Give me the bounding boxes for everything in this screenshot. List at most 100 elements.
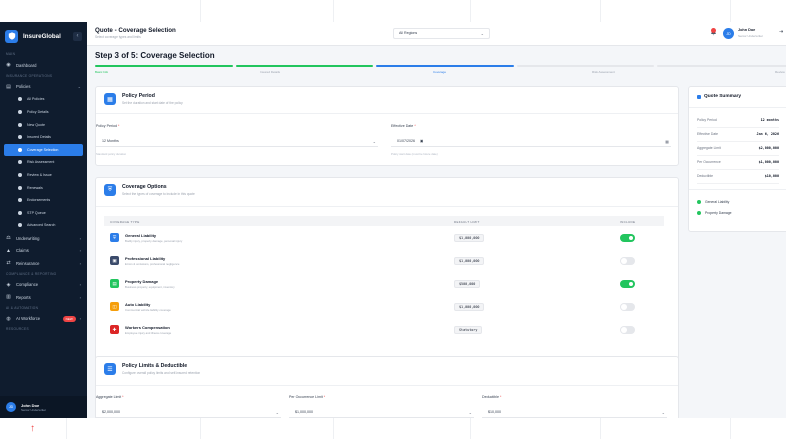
calendar-icon: ▦ [104, 93, 116, 105]
sidebar-item-policies[interactable]: ▤ Policies ⌄ [0, 81, 87, 94]
summary-coverage-item: General Liability [697, 200, 729, 204]
calendar-picker-icon[interactable]: ▣ [420, 139, 423, 143]
section-label-main: MAIN [6, 52, 16, 56]
bullet-icon [18, 110, 22, 115]
sidebar-user-profile[interactable]: JD John Doe Senior Underwriter [0, 396, 87, 418]
deductible-input[interactable]: $10,000 ⌄ [482, 407, 667, 418]
sidebar-subitem-coverage-selection[interactable]: Coverage Selection [4, 143, 83, 157]
grid-line [470, 418, 471, 439]
document-icon: ▤ [6, 83, 11, 90]
include-toggle-professional-liability[interactable] [620, 257, 635, 265]
sidebar-subitem-insured-details[interactable]: Insured Details [0, 131, 87, 144]
policy-limits-card: ☰ Policy Limits & Deductible Configure o… [95, 356, 679, 418]
include-toggle-general-liability[interactable] [620, 234, 635, 242]
grid-line [600, 418, 601, 439]
annotation-arrow-icon: ↑ [30, 423, 35, 434]
summary-row: Aggregate Limit $2,000,000 [697, 142, 779, 156]
card-title: Policy Period [122, 93, 155, 99]
sidebar-subitem-risk-assessment[interactable]: Risk Assessment [0, 156, 87, 169]
avatar: JD [6, 402, 16, 412]
coverage-desc: Business property, equipment, inventory [125, 285, 175, 289]
bullet-icon [18, 223, 22, 228]
sidebar-item-claims[interactable]: ▲ Claims › [0, 244, 87, 257]
sidebar-item-dashboard[interactable]: ◉ Dashboard [0, 59, 87, 72]
sidebar-item-compliance[interactable]: ◈ Compliance › [0, 279, 87, 292]
shield-logo-icon [5, 29, 18, 43]
main-content: Quote - Coverage Selection Select covera… [87, 22, 786, 418]
include-toggle-auto-liability[interactable] [620, 303, 635, 311]
sidebar-subitem-stp-queue[interactable]: STP Queue [0, 207, 87, 220]
include-toggle-workers-compensation[interactable] [620, 326, 635, 334]
progress-step-4 [516, 65, 655, 67]
sidebar-subitem-all-policies[interactable]: All Policies [0, 93, 87, 106]
sidebar-subitem-policy-details[interactable]: Policy Details [0, 106, 87, 119]
summary-title: Quote Summary [697, 94, 741, 99]
section-label-resources: RESOURCES [6, 327, 29, 332]
divider [96, 385, 678, 386]
section-label-insurance: INSURANCE OPERATIONS [6, 73, 53, 78]
top-user-role: Senior Underwriter [738, 34, 764, 38]
shield-icon: ⛨ [104, 184, 116, 196]
grid-line [470, 0, 471, 22]
sidebar-item-underwriting[interactable]: ⚖ Underwriting › [0, 232, 87, 245]
chevron-right-icon: › [79, 260, 81, 266]
step-label-1[interactable]: Basic Info [95, 70, 108, 74]
sidebar-subitem-advanced-search[interactable]: Advanced Search [0, 219, 87, 232]
chevron-down-icon: ⌄ [372, 139, 376, 144]
include-toggle-property-damage[interactable] [620, 280, 635, 288]
bullet-icon [18, 160, 22, 165]
default-limit: $1,000,000 [454, 257, 485, 265]
chevron-down-icon: ⌄ [468, 410, 472, 415]
sidebar-subitem-new-quote[interactable]: New Quote [0, 118, 87, 131]
policy-period-card: ▦ Policy Period Set the duration and sta… [95, 86, 679, 166]
effective-date-help: Policy start date (must be future date) [391, 152, 438, 156]
quote-summary-card: Quote Summary Policy Period 12 months Eff… [688, 86, 786, 232]
sidebar-subitem-endorsements[interactable]: Endorsements [0, 194, 87, 207]
coverage-desc: Errors & omissions, professional neglige… [125, 262, 180, 266]
occurrence-limit-label: Per Occurrence Limit * [289, 395, 326, 399]
progress-step-3 [376, 65, 514, 67]
check-icon [697, 200, 701, 204]
sidebar-subitem-renewals[interactable]: Renewals [0, 181, 87, 194]
sidebar-subitem-review-issue[interactable]: Review & Issue [0, 169, 87, 182]
chevron-right-icon: › [79, 294, 81, 300]
region-select[interactable]: All Regions ⌄ [393, 28, 490, 39]
policy-period-select[interactable]: 12 Months ⌄ [96, 136, 378, 147]
coverage-table-header: COVERAGE TYPE DEFAULT LIMIT INCLUDE [104, 216, 664, 226]
dashboard-icon: ◉ [6, 62, 11, 69]
step-label-3[interactable]: Coverage [433, 70, 446, 74]
logout-icon[interactable]: ⇥ [779, 29, 783, 35]
sliders-icon: ☰ [104, 363, 116, 375]
step-label-4[interactable]: Risk Assessment [592, 70, 615, 74]
avatar[interactable]: JD [723, 28, 734, 39]
calendar-icon[interactable]: ▦ [665, 136, 669, 147]
sidebar-item-reports[interactable]: ▥ Reports › [0, 291, 87, 304]
briefcase-icon: ▣ [110, 256, 119, 265]
bullet-icon [18, 122, 22, 127]
grid-line [600, 0, 601, 22]
coverage-options-card: ⛨ Coverage Options Select the types of c… [95, 177, 679, 367]
sidebar-collapse-button[interactable]: ‹ [73, 31, 82, 41]
step-label-5[interactable]: Review [775, 70, 785, 74]
coverage-name: Professional Liability [125, 256, 166, 261]
bullet-icon [18, 97, 22, 102]
step-label-2[interactable]: Insured Details [260, 70, 280, 74]
page-title: Quote - Coverage Selection [95, 27, 176, 34]
grid-line [730, 418, 731, 439]
sidebar-item-reinsurance[interactable]: ⇄ Reinsurance › [0, 257, 87, 270]
effective-date-input[interactable]: 01/07/2026 ▣ ▦ [391, 136, 671, 147]
notification-dot [711, 28, 716, 33]
aggregate-limit-input[interactable]: $2,000,000 ⌄ [96, 407, 281, 418]
coverage-name: Workers Compensation [125, 325, 170, 330]
exchange-icon: ⇄ [6, 260, 11, 267]
chevron-right-icon: › [79, 282, 81, 288]
sidebar-item-ai-workforce[interactable]: ◍ AI Workforce NEW › [0, 313, 87, 326]
bullet-icon [18, 173, 22, 178]
new-badge: NEW [62, 315, 76, 322]
brand-name: InsureGlobal [23, 32, 61, 40]
effective-date-label: Effective Date * [391, 124, 416, 128]
occurrence-limit-input[interactable]: $1,000,000 ⌄ [289, 407, 474, 418]
medical-icon: ✚ [110, 325, 119, 334]
grid-line [200, 418, 201, 439]
table-row: ✚ Workers Compensation Employee injury a… [104, 320, 664, 343]
